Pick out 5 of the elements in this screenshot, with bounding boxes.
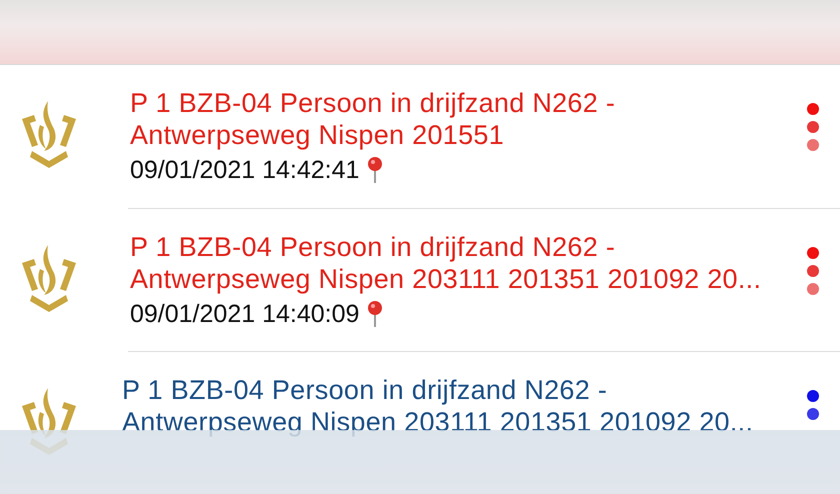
incident-time: 09/01/2021 14:40:09 <box>130 299 360 329</box>
incident-title[interactable]: P 1 BZB-04 Persoon in drijfzand N262 - Antwerpseweg Nispen 203111 201351 201092 20... <box>122 374 782 438</box>
incident-title[interactable]: P 1 BZB-04 Persoon in drijfzand N262 - Antwerpseweg Nispen 203111 201351 201092 20... <box>130 231 782 295</box>
incident-title[interactable]: P 1 BZB-04 Persoon in drijfzand N262 - Antwerpseweg Nispen 201551 <box>130 87 782 151</box>
incident-time: 09/01/2021 14:42:41 <box>130 155 360 185</box>
